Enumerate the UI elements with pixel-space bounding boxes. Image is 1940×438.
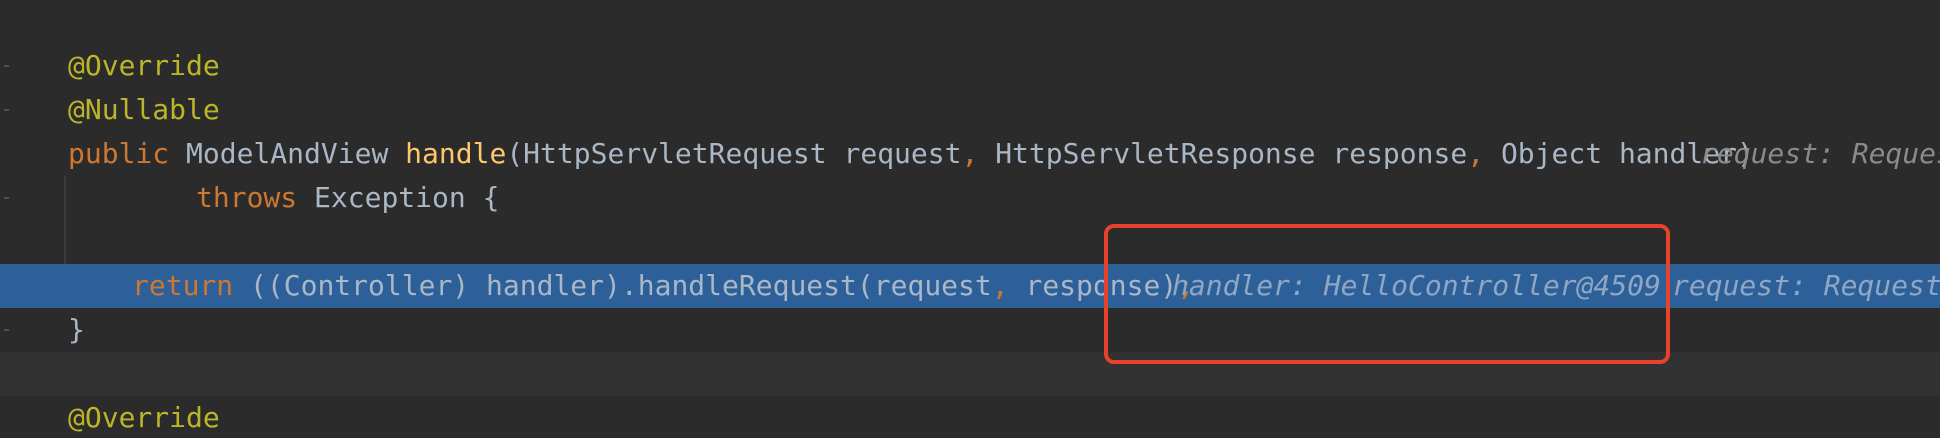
- code-line-nullable[interactable]: @Nullable: [0, 88, 1940, 132]
- code-editor[interactable]: @Override @Nullable public ModelAndView …: [0, 0, 1940, 438]
- comma-token: ,: [961, 137, 996, 170]
- annotation-token: @Override: [68, 401, 220, 434]
- debug-inline-value-request: request: RequestF: [1672, 269, 1940, 302]
- closing-brace: }: [68, 313, 85, 346]
- keyword-token: throws: [196, 181, 315, 214]
- method-signature: public ModelAndView handle(HttpServletRe…: [68, 132, 1754, 176]
- parameter-token: HttpServletResponse response: [995, 137, 1468, 170]
- highlight-box: [1104, 224, 1670, 364]
- method-name-token: handle: [405, 137, 507, 170]
- parameter-token: (HttpServletRequest request: [506, 137, 962, 170]
- annotation-token: @Nullable: [68, 93, 220, 126]
- expression-token: ((Controller) handler).handleRequest(req…: [250, 269, 992, 302]
- return-statement: return ((Controller) handler).handleRequ…: [132, 264, 1194, 308]
- type-token: Exception {: [314, 181, 500, 214]
- annotation-token: @Override: [68, 49, 220, 82]
- debug-inline-value: request: Reques: [1700, 137, 1940, 170]
- throws-clause: throws Exception {: [196, 176, 499, 220]
- code-line-override[interactable]: @Override: [0, 396, 1940, 438]
- type-token: ModelAndView: [186, 137, 406, 170]
- comma-token: ,: [991, 269, 1026, 302]
- keyword-token: return: [132, 269, 251, 302]
- code-line-override[interactable]: @Override: [0, 44, 1940, 88]
- keyword-token: public: [68, 137, 187, 170]
- code-line-method-signature[interactable]: public ModelAndView handle(HttpServletRe…: [0, 132, 1940, 176]
- comma-token: ,: [1467, 137, 1501, 170]
- code-line-throws[interactable]: throws Exception {: [0, 176, 1940, 220]
